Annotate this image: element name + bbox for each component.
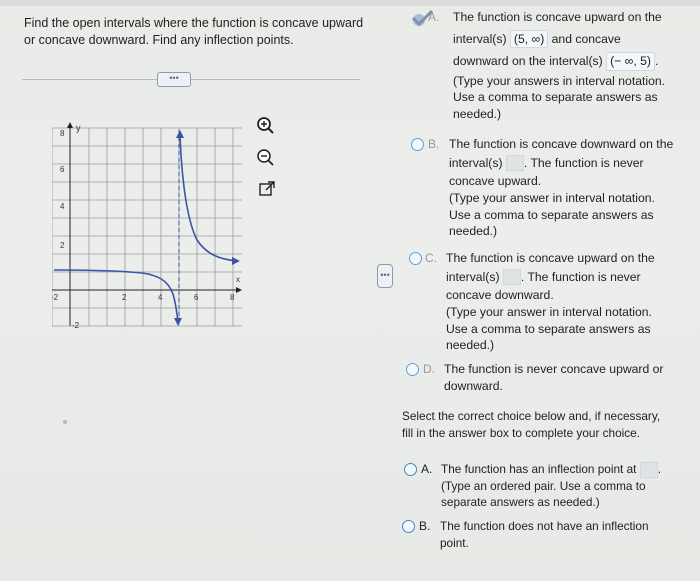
part2-prompt-line1: Select the correct choice below and, if … (402, 409, 661, 423)
choice-b-hint2: Use a comma to separate answers as (449, 207, 654, 222)
inflection-choice-b-radio[interactable] (402, 520, 415, 533)
y-tick: 6 (60, 165, 65, 174)
choice-c-answer-box[interactable] (502, 269, 521, 286)
right-branch-arrow-right (232, 257, 240, 265)
zoom-in-icon[interactable] (256, 116, 274, 134)
choice-a-letter: A. (428, 10, 440, 24)
y-tick: 8 (60, 129, 65, 138)
choice-c-letter: C. (425, 251, 437, 265)
choice-b-answer-box[interactable] (505, 155, 524, 172)
choice-a-hint1: (Type your answers in interval notation. (453, 73, 666, 88)
choice-b-hint1: (Type your answer in interval notation. (449, 190, 655, 205)
inflection-choice-b-letter: B. (419, 519, 431, 533)
choice-c-hint1: (Type your answer in interval notation. (446, 304, 652, 319)
function-graph: y x 8 6 4 2 -2 -2 2 4 6 8 (52, 122, 242, 330)
inflection-choice-b-line1: The function does not have an inflection (440, 519, 649, 533)
choice-b[interactable]: The function is concave downward on the … (449, 136, 694, 240)
choice-a-line1: The function is concave upward on the (453, 10, 662, 24)
y-tick: -2 (72, 321, 80, 330)
choice-d-letter: D. (423, 362, 435, 376)
choice-c-hint2: Use a comma to separate answers as (446, 321, 651, 336)
choice-d-line1: The function is never concave upward or (444, 362, 664, 376)
inflection-choice-a-radio[interactable] (404, 463, 417, 476)
inflection-choice-a-letter: A. (421, 462, 433, 476)
choice-a-line3: downward on the interval(s) (− ∞, 5). (453, 52, 693, 71)
x-tick: 4 (158, 293, 163, 302)
pane-resize-handle[interactable]: ••• (377, 264, 393, 288)
choice-c-hint3: needed.) (446, 338, 495, 353)
part2-prompt: Select the correct choice below and, if … (402, 408, 692, 441)
x-axis-label: x (236, 275, 240, 284)
inflection-choice-a-hint1: (Type an ordered pair. Use a comma to (441, 478, 646, 493)
choice-b-letter: B. (428, 137, 440, 151)
choice-c-line1: The function is concave upward on the (446, 251, 655, 265)
choice-d-radio[interactable] (406, 363, 419, 376)
choice-b-line3: concave upward. (449, 174, 542, 189)
choice-b-line2: interval(s) . The function is never (449, 155, 644, 172)
y-tick: 2 (60, 241, 65, 250)
inflection-choice-a-line1: The function has an inflection point at … (441, 461, 661, 478)
choice-a-hint3: needed.) (453, 106, 502, 121)
y-axis-arrow (67, 122, 73, 128)
x-tick: 6 (194, 293, 199, 302)
right-branch-curve (179, 135, 237, 262)
choice-c[interactable]: The function is concave upward on the in… (446, 250, 686, 354)
choice-b-hint3: needed.) (449, 224, 498, 239)
left-branch-arrow (174, 318, 182, 326)
divider (22, 79, 360, 80)
more-button[interactable]: ••• (157, 72, 191, 87)
choice-b-line1: The function is concave downward on the (449, 137, 674, 151)
zoom-out-icon[interactable] (256, 148, 274, 166)
x-axis-arrow (236, 287, 242, 293)
right-branch-arrow-up (176, 130, 184, 138)
x-tick: 2 (122, 293, 127, 302)
graph-grid (52, 127, 242, 327)
stray-dot (63, 420, 67, 424)
inflection-choice-b-line2: point. (440, 535, 469, 550)
choice-c-line3: concave downward. (446, 288, 554, 303)
external-link-icon[interactable] (258, 180, 276, 198)
choice-b-radio[interactable] (411, 138, 424, 151)
concave-down-answer[interactable]: (− ∞, 5) (606, 52, 655, 71)
question-text: Find the open intervals where the functi… (24, 16, 364, 47)
inflection-choice-a-hint2: separate answers as needed.) (441, 495, 600, 510)
choice-c-line2: interval(s) . The function is never (446, 269, 641, 286)
inflection-choice-b[interactable]: The function does not have an inflection… (440, 518, 680, 551)
choice-a[interactable]: The function is concave upward on the in… (453, 9, 693, 123)
choice-d-line2: downward. (444, 378, 503, 393)
concave-up-answer[interactable]: (5, ∞) (509, 29, 549, 49)
choice-a-line2: interval(s) (5, ∞) and concave (453, 29, 693, 49)
inflection-choice-a[interactable]: The function has an inflection point at … (441, 461, 681, 511)
x-tick: -2 (52, 293, 59, 302)
inflection-point-answer-box[interactable] (639, 461, 658, 478)
choice-d[interactable]: The function is never concave upward or … (444, 361, 684, 394)
top-bar (0, 0, 700, 6)
y-tick: 4 (60, 202, 65, 211)
y-axis-label: y (76, 123, 81, 133)
part2-prompt-line2: fill in the answer box to complete your … (402, 425, 641, 440)
x-tick: 8 (230, 293, 235, 302)
choice-c-radio[interactable] (409, 252, 422, 265)
choice-a-hint2: Use a comma to separate answers as (453, 90, 658, 105)
